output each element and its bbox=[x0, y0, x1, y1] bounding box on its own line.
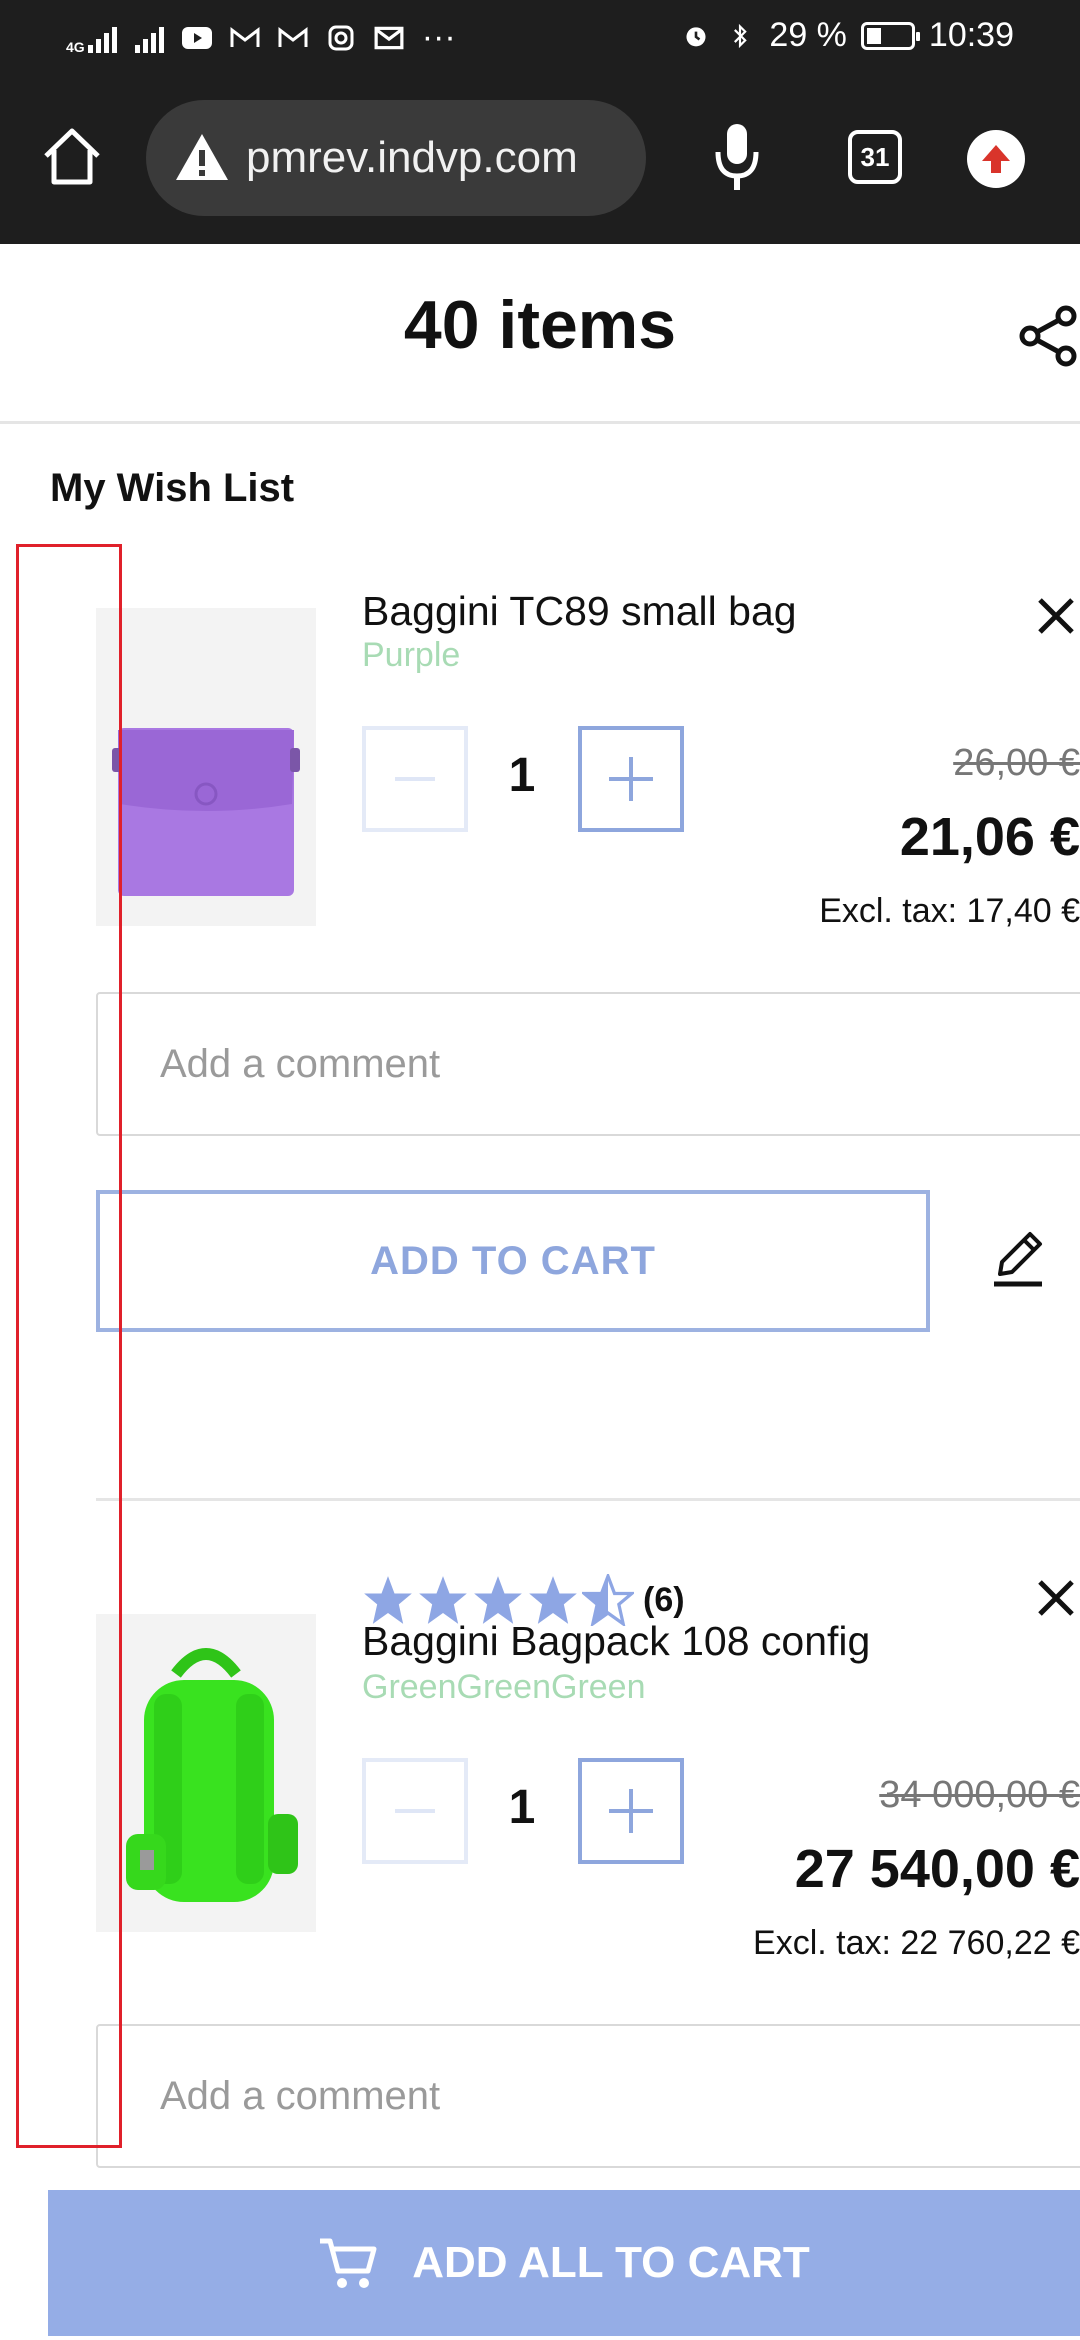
close-icon[interactable] bbox=[1036, 596, 1076, 636]
not-secure-warning-icon[interactable] bbox=[172, 128, 232, 188]
page-header: 40 items bbox=[0, 244, 1080, 424]
arrow-up-icon bbox=[982, 145, 1010, 173]
plus-icon bbox=[609, 1789, 653, 1833]
clock: 10:39 bbox=[928, 16, 1014, 54]
edit-pencil-icon[interactable] bbox=[990, 1226, 1046, 1288]
green-backpack-image bbox=[126, 1648, 298, 1902]
battery-icon bbox=[860, 21, 920, 50]
original-price: 34 000,00 € bbox=[879, 1774, 1080, 1816]
share-icon[interactable] bbox=[1016, 304, 1080, 368]
sale-price: 27 540,00 € bbox=[794, 1839, 1080, 1899]
wishlist-title: My Wish List bbox=[50, 466, 295, 510]
add-all-to-cart-button[interactable]: ADD ALL TO CART bbox=[48, 2190, 1080, 2336]
product-variant-color: Purple bbox=[362, 636, 461, 674]
minus-icon bbox=[395, 1809, 435, 1813]
cell-signal-4g-icon: 4G bbox=[66, 23, 117, 55]
product-name[interactable]: Baggini Bagpack 108 config bbox=[362, 1618, 870, 1665]
quantity-decrease-button[interactable] bbox=[362, 726, 468, 832]
plus-icon bbox=[609, 757, 653, 801]
status-right-icons: 29 % 10:39 bbox=[681, 16, 1014, 55]
quantity-increase-button[interactable] bbox=[578, 726, 684, 832]
product-image[interactable] bbox=[96, 1614, 316, 1932]
cart-icon bbox=[320, 2238, 377, 2288]
product-variant-color: GreenGreenGreen bbox=[362, 1668, 646, 1706]
update-button[interactable] bbox=[967, 130, 1025, 188]
status-bar: 4G ··· 29 % 10:39 bbox=[0, 0, 1080, 74]
network-type-label: 4G bbox=[66, 38, 85, 55]
add-all-label: ADD ALL TO CART bbox=[412, 2238, 810, 2287]
tab-switcher-button[interactable]: 31 bbox=[848, 130, 902, 184]
minus-icon bbox=[395, 777, 435, 781]
product-image[interactable] bbox=[96, 608, 316, 926]
comment-input[interactable] bbox=[96, 992, 1080, 1136]
battery-percent: 29 % bbox=[769, 16, 847, 54]
alarm-icon bbox=[686, 26, 706, 46]
address-bar[interactable]: pmrev.indvp.com bbox=[146, 100, 646, 216]
price-excl-tax: Excl. tax: 22 760,22 € bbox=[753, 1924, 1080, 1962]
more-notifications-icon: ··· bbox=[421, 18, 456, 56]
bag-flap bbox=[118, 730, 294, 811]
quantity-value[interactable]: 1 bbox=[470, 748, 574, 803]
item-divider bbox=[96, 1498, 1080, 1501]
url-text: pmrev.indvp.com bbox=[246, 133, 578, 182]
close-icon[interactable] bbox=[1036, 1578, 1076, 1618]
quantity-value[interactable]: 1 bbox=[470, 1780, 574, 1835]
cell-signal-icon bbox=[134, 23, 164, 53]
gmail-icon-2 bbox=[278, 26, 308, 47]
quantity-decrease-button[interactable] bbox=[362, 1758, 468, 1864]
purple-bag-image bbox=[112, 728, 300, 896]
gmail-icon bbox=[230, 26, 260, 47]
home-icon[interactable] bbox=[38, 122, 106, 190]
youtube-icon bbox=[181, 26, 212, 49]
microphone-icon[interactable] bbox=[712, 122, 762, 194]
original-price: 26,00 € bbox=[953, 742, 1080, 784]
comment-input[interactable] bbox=[96, 2024, 1080, 2168]
tab-count: 31 bbox=[860, 141, 890, 172]
instagram-icon bbox=[328, 25, 354, 50]
bluetooth-icon bbox=[734, 23, 748, 48]
quantity-increase-button[interactable] bbox=[578, 1758, 684, 1864]
add-to-cart-button[interactable]: ADD TO CART bbox=[96, 1190, 930, 1332]
sale-price: 21,06 € bbox=[899, 807, 1080, 867]
product-name[interactable]: Baggini TC89 small bag bbox=[362, 588, 797, 635]
items-count-title: 40 items bbox=[403, 287, 677, 363]
mail-icon bbox=[374, 26, 404, 49]
review-count[interactable]: (6) bbox=[643, 1581, 685, 1620]
price-excl-tax: Excl. tax: 17,40 € bbox=[819, 892, 1080, 930]
status-left-icons: 4G ··· bbox=[66, 18, 456, 57]
browser-toolbar: pmrev.indvp.com 31 bbox=[0, 74, 1080, 244]
